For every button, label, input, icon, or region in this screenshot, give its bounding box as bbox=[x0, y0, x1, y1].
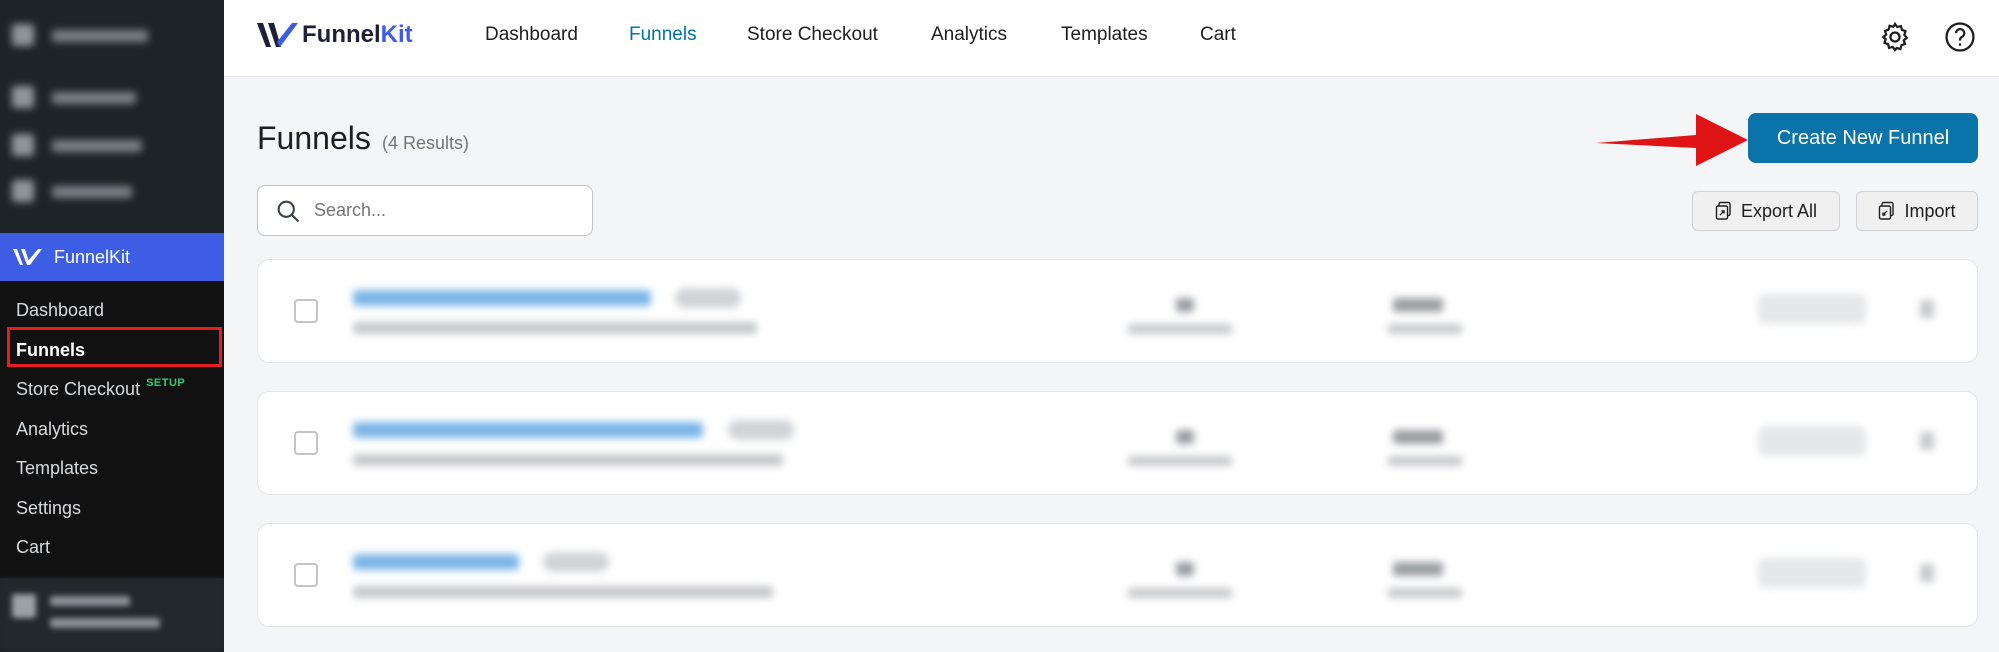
blurred-action-button bbox=[1758, 558, 1866, 588]
export-all-button[interactable]: Export All bbox=[1692, 191, 1840, 231]
blurred-steps-pill bbox=[728, 420, 794, 440]
admin-sidebar: FunnelKit Dashboard Funnels Store Checko… bbox=[0, 0, 224, 652]
search-icon bbox=[277, 200, 300, 222]
nav-funnels[interactable]: Funnels bbox=[629, 24, 697, 46]
blurred-stat-value bbox=[1176, 430, 1194, 444]
blurred-revenue-label bbox=[1388, 324, 1462, 334]
import-icon bbox=[1879, 201, 1895, 220]
sidebar-funnelkit-header[interactable]: FunnelKit bbox=[0, 233, 224, 281]
sidebar-item-label: Dashboard bbox=[16, 300, 105, 321]
nav-dashboard[interactable]: Dashboard bbox=[485, 24, 578, 46]
row-checkbox[interactable] bbox=[294, 299, 318, 323]
export-all-label: Export All bbox=[1740, 200, 1818, 221]
nav-cart[interactable]: Cart bbox=[1200, 24, 1236, 46]
blurred-stat-label bbox=[1128, 324, 1232, 334]
row-checkbox[interactable] bbox=[294, 431, 318, 455]
top-navigation-bar: FunnelKit Dashboard Funnels Store Checko… bbox=[224, 0, 1999, 77]
blurred-steps-pill bbox=[543, 552, 609, 572]
sidebar-item-label: Cart bbox=[16, 537, 51, 558]
help-icon[interactable] bbox=[1943, 20, 1977, 54]
funnelkit-logo-icon bbox=[257, 23, 298, 47]
blurred-revenue-label bbox=[1388, 456, 1462, 466]
funnelkit-logo-icon bbox=[13, 249, 42, 265]
sidebar-item-cart[interactable]: Cart bbox=[0, 528, 224, 568]
funnelkit-logo[interactable]: FunnelKit bbox=[256, 20, 413, 50]
row-checkbox[interactable] bbox=[294, 563, 318, 587]
page-title: Funnels bbox=[257, 120, 371, 156]
logo-wordmark: FunnelKit bbox=[302, 21, 413, 48]
sidebar-item-label: Funnels bbox=[16, 339, 86, 360]
sidebar-item-settings[interactable]: Settings bbox=[0, 489, 224, 529]
blurred-action-button bbox=[1758, 294, 1866, 324]
blurred-stat-label bbox=[1128, 588, 1232, 598]
sidebar-brand-label: FunnelKit bbox=[54, 246, 131, 267]
sidebar-item-dashboard[interactable]: Dashboard bbox=[0, 291, 224, 331]
sidebar-item-label: Analytics bbox=[16, 418, 89, 439]
red-arrow-annotation bbox=[1596, 114, 1748, 166]
sidebar-item-label: Store Checkout bbox=[16, 379, 141, 400]
import-button[interactable]: Import bbox=[1856, 191, 1978, 231]
blurred-more-icon bbox=[1920, 564, 1934, 582]
nav-analytics[interactable]: Analytics bbox=[931, 24, 1007, 46]
blurred-funnel-title bbox=[353, 554, 519, 570]
blurred-action-button bbox=[1758, 426, 1866, 456]
sidebar-item-label: Settings bbox=[16, 497, 82, 518]
blurred-steps-pill bbox=[675, 288, 741, 308]
export-icon bbox=[1715, 201, 1731, 220]
blurred-funnel-title bbox=[353, 290, 651, 306]
blurred-admin-menu-bottom bbox=[0, 578, 224, 652]
nav-templates[interactable]: Templates bbox=[1061, 24, 1148, 46]
funnel-row[interactable] bbox=[257, 523, 1978, 627]
funnel-row[interactable] bbox=[257, 391, 1978, 495]
sidebar-item-label: Templates bbox=[16, 458, 99, 479]
search-box bbox=[257, 185, 593, 236]
create-new-funnel-button[interactable]: Create New Funnel bbox=[1748, 113, 1978, 163]
blurred-more-icon bbox=[1920, 300, 1934, 318]
search-input[interactable] bbox=[314, 200, 574, 221]
funnel-row[interactable] bbox=[257, 259, 1978, 363]
import-label: Import bbox=[1904, 200, 1956, 221]
blurred-stat-value bbox=[1176, 298, 1194, 312]
sidebar-item-analytics[interactable]: Analytics bbox=[0, 410, 224, 450]
setup-badge: SETUP bbox=[146, 376, 186, 389]
blurred-stat-label bbox=[1128, 456, 1232, 466]
results-count: (4 Results) bbox=[382, 133, 470, 153]
blurred-funnel-meta bbox=[353, 322, 757, 334]
sidebar-item-templates[interactable]: Templates bbox=[0, 449, 224, 489]
sidebar-item-funnels[interactable]: Funnels bbox=[0, 331, 224, 371]
blurred-more-icon bbox=[1920, 432, 1934, 450]
blurred-revenue-value bbox=[1393, 430, 1443, 444]
nav-store-checkout[interactable]: Store Checkout bbox=[747, 24, 878, 46]
sidebar-item-store-checkout[interactable]: Store Checkout SETUP bbox=[0, 370, 224, 410]
blurred-funnel-meta bbox=[353, 454, 783, 466]
blurred-revenue-value bbox=[1393, 562, 1443, 576]
blurred-funnel-title bbox=[353, 422, 703, 438]
funnelkit-submenu: Dashboard Funnels Store Checkout SETUP An… bbox=[0, 281, 224, 578]
blurred-revenue-label bbox=[1388, 588, 1462, 598]
blurred-revenue-value bbox=[1393, 298, 1443, 312]
blurred-admin-menu bbox=[0, 0, 224, 225]
gear-icon[interactable] bbox=[1878, 20, 1912, 54]
blurred-stat-value bbox=[1176, 562, 1194, 576]
blurred-funnel-meta bbox=[353, 586, 773, 598]
